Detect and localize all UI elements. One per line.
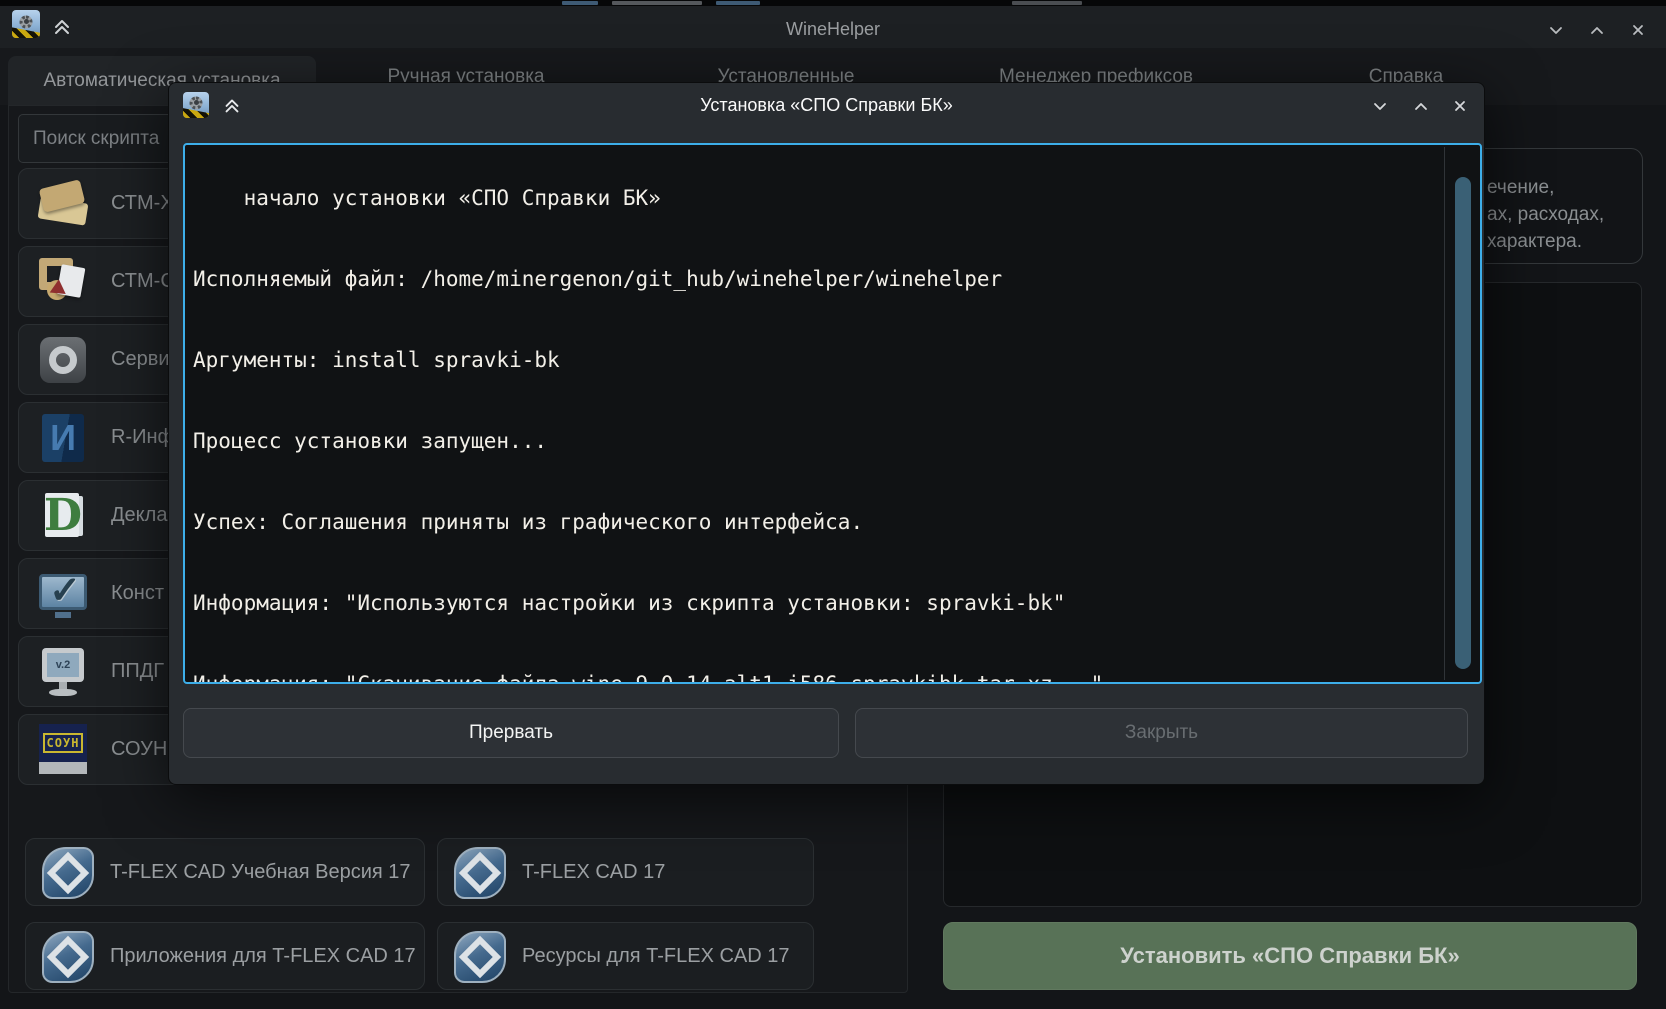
description-fragment: характера.	[1487, 231, 1582, 253]
log-line: начало установки «СПО Справки БК»	[193, 185, 1480, 212]
script-label: T-FLEX CAD 17	[522, 839, 665, 905]
log-line: Информация: "Скачивание файла wine-9.0.1…	[193, 671, 1480, 684]
sliver-decoration	[716, 1, 760, 5]
r-info-icon: И	[35, 410, 91, 466]
stm-c-icon	[35, 254, 91, 310]
script-label: СТМ-С	[111, 247, 175, 316]
install-log: начало установки «СПО Справки БК» Исполн…	[183, 143, 1482, 684]
ppdg-icon: v.2	[35, 644, 91, 700]
install-dialog: Установка «СПО Справки БК» начало устано…	[168, 82, 1485, 785]
service-icon	[35, 332, 91, 388]
script-item-tflex-cad[interactable]: T-FLEX CAD 17	[437, 838, 814, 906]
minimize-icon[interactable]	[1547, 21, 1565, 39]
scrollbar-thumb[interactable]	[1455, 177, 1471, 669]
script-label: R-Инф	[111, 403, 174, 472]
screen: WineHelper Автоматическая установка Ручн…	[0, 0, 1666, 1009]
dialog-title: Установка «СПО Справки БК»	[169, 95, 1484, 116]
close-button[interactable]: Закрыть	[855, 708, 1468, 758]
minimize-icon[interactable]	[1371, 97, 1389, 115]
tflex-icon	[42, 847, 94, 899]
soun-icon: СОУН	[35, 722, 91, 778]
script-label: Конст	[111, 559, 164, 628]
log-lines: начало установки «СПО Справки БК» Исполн…	[193, 143, 1480, 684]
script-label: Декла	[111, 481, 167, 550]
script-label: СОУН	[111, 715, 167, 784]
dialog-titlebar: Установка «СПО Справки БК»	[169, 83, 1484, 129]
sliver-decoration	[612, 1, 702, 5]
tflex-icon	[42, 931, 94, 983]
tflex-icon	[454, 847, 506, 899]
description-fragment: ечение,	[1487, 177, 1554, 199]
script-label: Приложения для T-FLEX CAD 17	[110, 923, 416, 989]
script-label: СТМ-Х	[111, 169, 174, 238]
close-icon[interactable]	[1451, 97, 1469, 115]
script-label: Ресурсы для T-FLEX CAD 17	[522, 923, 790, 989]
main-titlebar: WineHelper	[0, 6, 1666, 48]
declaration-icon: D	[35, 488, 91, 544]
script-item-tflex-resources[interactable]: Ресурсы для T-FLEX CAD 17	[437, 922, 814, 990]
script-label: Серви	[111, 325, 170, 394]
script-item-tflex-apps[interactable]: Приложения для T-FLEX CAD 17	[25, 922, 425, 990]
script-item-tflex-edu[interactable]: T-FLEX CAD Учебная Версия 17	[25, 838, 425, 906]
log-line: Успех: Соглашения приняты из графическог…	[193, 509, 1480, 536]
maximize-icon[interactable]	[1412, 97, 1430, 115]
script-label: ППДГ	[111, 637, 164, 706]
constructor-icon: ✓	[35, 566, 91, 622]
script-label: T-FLEX CAD Учебная Версия 17	[110, 839, 411, 905]
sliver-decoration	[1012, 1, 1082, 5]
install-button[interactable]: Установить «СПО Справки БК»	[943, 922, 1637, 990]
log-line: Аргументы: install spravki-bk	[193, 347, 1480, 374]
tflex-icon	[454, 931, 506, 983]
scrollbar-track-divider	[1444, 147, 1445, 680]
log-line: Исполняемый файл: /home/minergenon/git_h…	[193, 266, 1480, 293]
maximize-icon[interactable]	[1588, 21, 1606, 39]
close-icon[interactable]	[1629, 21, 1647, 39]
stm-x-icon	[35, 176, 91, 232]
abort-button[interactable]: Прервать	[183, 708, 839, 758]
log-line: Процесс установки запущен...	[193, 428, 1480, 455]
sliver-decoration	[562, 1, 598, 5]
log-line: Информация: "Используются настройки из с…	[193, 590, 1480, 617]
window-title: WineHelper	[0, 19, 1666, 40]
description-fragment: ах, расходах,	[1487, 204, 1604, 226]
